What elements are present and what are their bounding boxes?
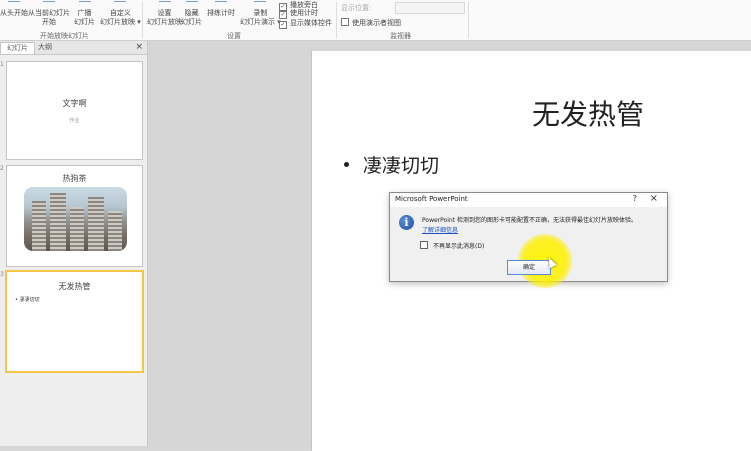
slide-thumbnail-3-selected[interactable]: 无发热管 • 凄凄切切 bbox=[5, 270, 144, 373]
record-icon bbox=[254, 1, 267, 8]
rehearse-timings-button[interactable]: 排练计时 bbox=[207, 1, 235, 18]
tab-slides[interactable]: 幻灯片 bbox=[0, 42, 35, 54]
record-slideshow-button[interactable]: 录制 幻灯片演示 ▾ bbox=[240, 1, 281, 27]
setup-slideshow-button[interactable]: 设置 幻灯片放映 bbox=[147, 1, 182, 27]
slide-thumbnail-1[interactable]: 文字啊 作业 bbox=[6, 61, 143, 160]
learn-more-link[interactable]: 了解详细信息 bbox=[422, 225, 458, 234]
tab-outline[interactable]: 大纲 bbox=[32, 42, 58, 53]
building-photo bbox=[24, 187, 127, 251]
checkbox-unchecked bbox=[341, 18, 349, 26]
dialog-titlebar[interactable]: Microsoft PowerPoint ? × bbox=[390, 193, 667, 207]
group-separator bbox=[468, 2, 469, 38]
broadcast-icon bbox=[78, 1, 91, 8]
custom-show-icon bbox=[114, 1, 127, 8]
play-current-icon bbox=[43, 1, 55, 8]
checkbox-unchecked bbox=[420, 241, 428, 249]
hide-slide-icon bbox=[185, 1, 198, 8]
close-icon[interactable]: × bbox=[135, 41, 143, 54]
group-label-start: 开始放映幻灯片 bbox=[40, 32, 89, 40]
setup-icon bbox=[158, 1, 171, 8]
slides-panel: 幻灯片 大纲 × 1 文字啊 作业 2 热狗茶 3 无发热管 • 凄凄切切 bbox=[0, 41, 148, 446]
info-icon: i bbox=[399, 215, 414, 230]
dont-show-again-checkbox[interactable]: 不再显示此消息(D) bbox=[420, 241, 484, 250]
group-label-setup: 设置 bbox=[227, 32, 241, 40]
broadcast-slideshow-button[interactable]: 广播 幻灯片 bbox=[74, 1, 95, 27]
group-separator bbox=[336, 2, 337, 38]
slide-number: 2 bbox=[0, 165, 4, 172]
hide-slide-button[interactable]: 隐藏 幻灯片 bbox=[181, 1, 202, 27]
dialog-close-button[interactable]: × bbox=[650, 193, 658, 204]
slide-thumbnail-2[interactable]: 热狗茶 bbox=[6, 165, 143, 267]
slide-title[interactable]: 无发热管 bbox=[532, 93, 644, 133]
thumbnail-bullet: • 凄凄切切 bbox=[15, 297, 40, 303]
bullet-icon bbox=[344, 162, 349, 167]
group-separator bbox=[142, 2, 143, 38]
slide-bullet[interactable]: 凄凄切切 bbox=[344, 151, 439, 178]
custom-slideshow-button[interactable]: 自定义 幻灯片放映 ▾ bbox=[100, 1, 141, 27]
slide-number: 3 bbox=[0, 271, 4, 278]
dialog-title: Microsoft PowerPoint bbox=[395, 195, 468, 203]
from-current-slide-button[interactable]: 从当前幻灯片 开始 bbox=[28, 1, 70, 27]
checkbox-checked: ✓ bbox=[279, 21, 287, 29]
thumbnail-title: 文字啊 bbox=[62, 99, 87, 108]
thumbnail-title: 无发热管 bbox=[58, 282, 91, 291]
thumbnail-subtitle: 作业 bbox=[69, 118, 80, 124]
show-media-controls-checkbox[interactable]: ✓ 显示媒体控件 bbox=[279, 18, 332, 29]
slide-number: 1 bbox=[0, 61, 4, 68]
monitor-dropdown-field[interactable] bbox=[395, 2, 465, 14]
presenter-view-checkbox[interactable]: 使用演示者视图 bbox=[341, 18, 401, 28]
play-icon bbox=[8, 1, 20, 8]
ribbon: 从头开始 从当前幻灯片 开始 广播 幻灯片 自定义 幻灯片放映 ▾ 开始放映幻灯… bbox=[0, 0, 751, 41]
timer-icon bbox=[215, 1, 227, 8]
from-beginning-button[interactable]: 从头开始 bbox=[0, 1, 28, 18]
thumbnail-title: 热狗茶 bbox=[62, 174, 87, 183]
group-label-monitors: 监视器 bbox=[390, 32, 411, 40]
ok-button[interactable]: 确定 bbox=[507, 260, 551, 275]
panel-tabbar: 幻灯片 大纲 × bbox=[0, 41, 147, 55]
help-button[interactable]: ? bbox=[633, 194, 637, 203]
dialog-message: PowerPoint 检测到您的图形卡可能配置不正确，无法获得最佳幻灯片放映体验… bbox=[422, 217, 637, 224]
monitor-dropdown[interactable]: 显示位置: bbox=[341, 3, 371, 13]
